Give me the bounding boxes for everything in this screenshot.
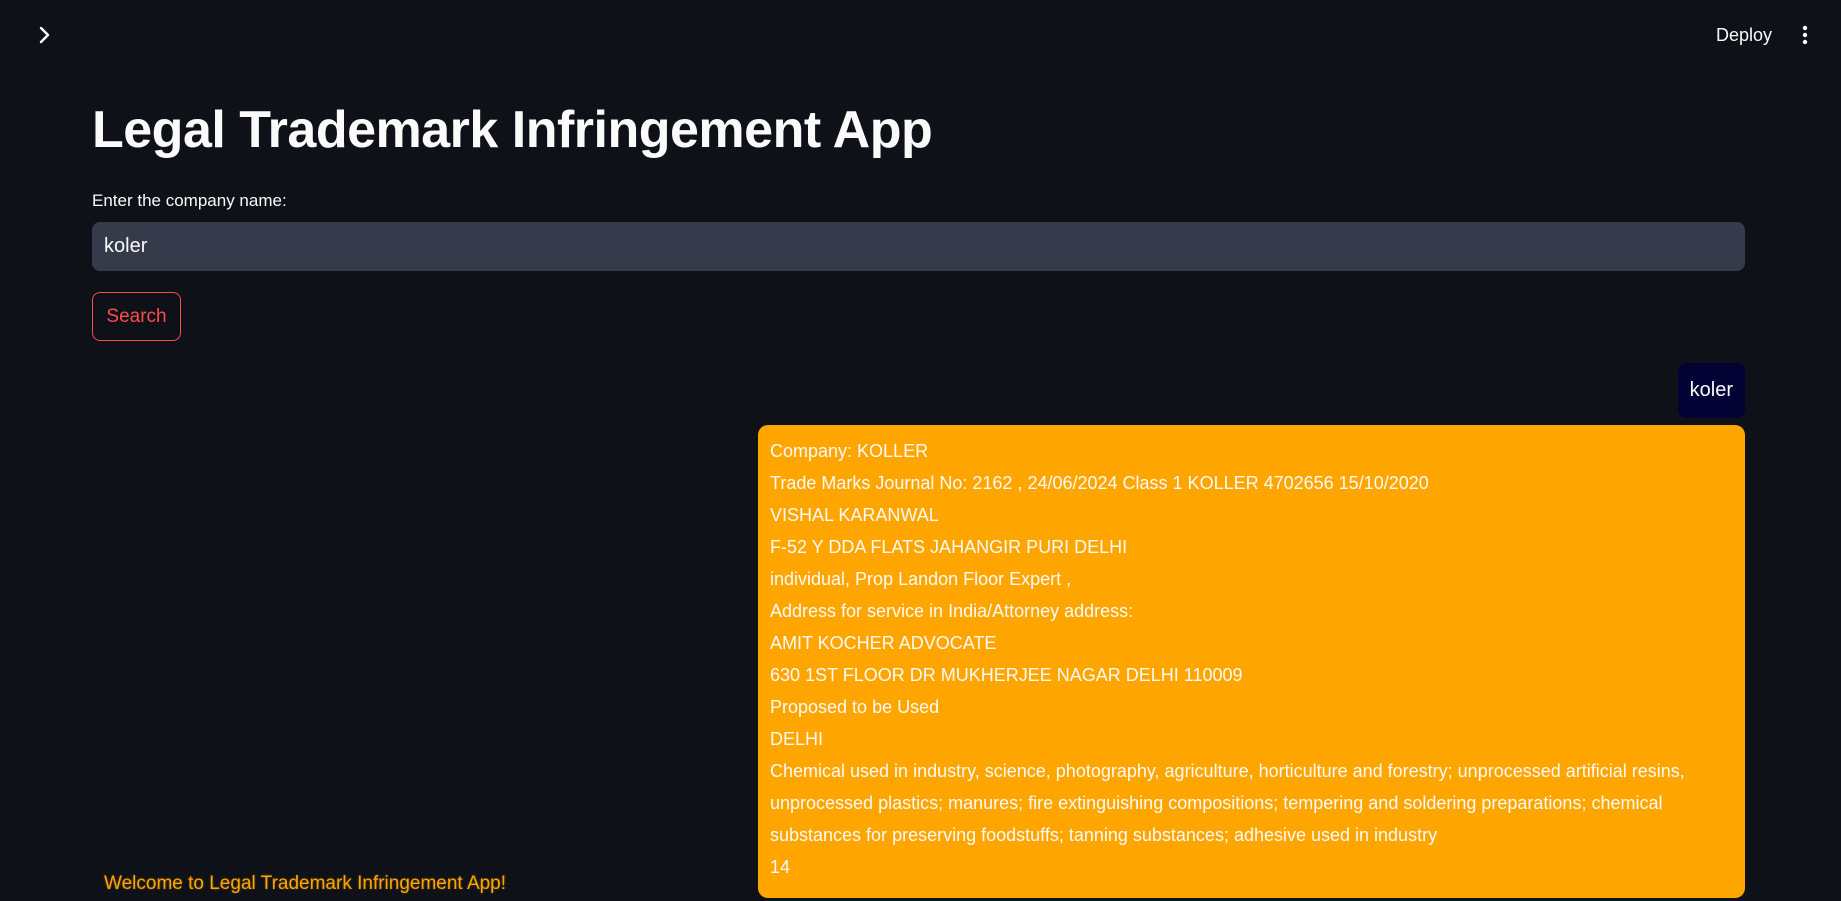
expand-sidebar-button[interactable] xyxy=(30,20,60,50)
welcome-message: Welcome to Legal Trademark Infringement … xyxy=(104,873,507,894)
result-line: 630 1ST FLOOR DR MUKHERJEE NAGAR DELHI 1… xyxy=(770,665,1243,685)
user-message-bubble: koler xyxy=(1677,363,1745,418)
result-line: DELHI xyxy=(770,729,824,749)
main-menu-button[interactable] xyxy=(1790,20,1820,50)
app-root: Deploy Legal Trademark Infringement App … xyxy=(0,0,1841,901)
result-line: Company: KOLLER xyxy=(770,441,929,461)
page-title: Legal Trademark Infringement App xyxy=(92,101,933,159)
chevron-right-icon xyxy=(39,26,50,44)
result-goods-description: Chemical used in industry, science, phot… xyxy=(770,761,1685,845)
deploy-button[interactable]: Deploy xyxy=(1706,20,1782,50)
company-name-label: Enter the company name: xyxy=(92,191,287,210)
vertical-ellipsis-icon xyxy=(1802,25,1808,45)
result-line: individual, Prop Landon Floor Expert , xyxy=(770,569,1072,589)
result-line: Address for service in India/Attorney ad… xyxy=(770,601,1134,621)
result-line: Proposed to be Used xyxy=(770,697,940,717)
result-line: VISHAL KARANWAL xyxy=(770,505,939,525)
result-line: Trade Marks Journal No: 2162 , 24/06/202… xyxy=(770,473,1429,493)
result-message-bubble: Company: KOLLER Trade Marks Journal No: … xyxy=(758,425,1745,898)
search-button[interactable]: Search xyxy=(92,292,181,341)
result-line: 14 xyxy=(770,857,791,877)
result-line: F-52 Y DDA FLATS JAHANGIR PURI DELHI xyxy=(770,537,1128,557)
company-name-input[interactable] xyxy=(92,222,1745,271)
result-line: AMIT KOCHER ADVOCATE xyxy=(770,633,997,653)
